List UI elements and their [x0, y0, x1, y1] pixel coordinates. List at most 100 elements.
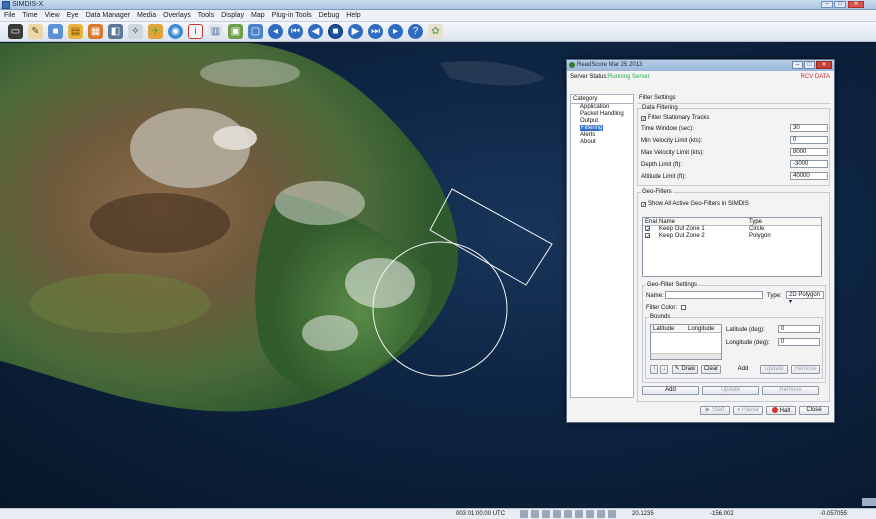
server-status-label: Server Status:	[570, 74, 609, 80]
col-type[interactable]: Type	[749, 218, 762, 226]
category-about[interactable]: About	[571, 139, 633, 146]
step-back-icon[interactable]: ⏮	[288, 24, 303, 39]
menu-media[interactable]: Media	[137, 12, 156, 19]
menu-view[interactable]: View	[45, 12, 60, 19]
info-icon[interactable]: i	[188, 24, 203, 39]
table-row[interactable]: ✓ Keep Out Zone 2 Polygon	[643, 233, 821, 240]
menu-overlays[interactable]: Overlays	[163, 12, 191, 19]
stop-icon[interactable]: ■	[328, 24, 343, 39]
geo-filter-name-input[interactable]	[665, 291, 763, 299]
menu-time[interactable]: Time	[22, 12, 37, 19]
latitude-input[interactable]: 0	[778, 325, 820, 333]
dialog-close-button[interactable]: ✕	[816, 61, 832, 69]
bounds-horizontal-scrollbar[interactable]	[651, 353, 721, 359]
bounds-remove-button[interactable]: Remove	[791, 365, 820, 374]
geo-filter-remove-button[interactable]: Remove	[762, 386, 819, 395]
altitude-limit-input[interactable]: 40000	[790, 172, 828, 180]
col-longitude[interactable]: Longitude	[688, 325, 714, 333]
map-scroll-handle[interactable]	[862, 498, 876, 506]
filter-stationary-checkbox[interactable]: ✓ Filter Stationary Tracks	[641, 115, 709, 122]
filter-settings-header: Filter Settings	[637, 94, 831, 104]
dialog-close-footer-button[interactable]: Close	[799, 406, 829, 415]
dialog-minimize-button[interactable]: –	[792, 61, 803, 69]
status-tool-icon[interactable]	[542, 510, 550, 518]
min-velocity-input[interactable]: 0	[790, 136, 828, 144]
comment-icon[interactable]: ▢	[248, 24, 263, 39]
image-icon[interactable]: ◧	[108, 24, 123, 39]
col-enabled[interactable]: Enal	[645, 218, 657, 226]
draw-button[interactable]: ✎ Draw	[672, 365, 698, 374]
screen-icon[interactable]: ▣	[228, 24, 243, 39]
monitor-icon[interactable]: ▭	[8, 24, 23, 39]
menu-plugin-tools[interactable]: Plug-in Tools	[272, 12, 312, 19]
cloud	[345, 258, 415, 308]
minimize-button[interactable]: –	[821, 1, 833, 8]
move-down-button[interactable]: ↓	[660, 365, 668, 374]
pen-icon[interactable]: ✎	[28, 24, 43, 39]
move-up-button[interactable]: ↑	[650, 365, 658, 374]
max-velocity-input[interactable]: 8000	[790, 148, 828, 156]
halt-button[interactable]: Halt	[766, 406, 796, 415]
bounds-group: Bounds Latitude Longitude Latitude (deg)…	[645, 314, 823, 379]
filter-color-swatch[interactable]	[681, 305, 686, 310]
fast-forward-icon[interactable]: ▸	[388, 24, 403, 39]
checkbox-check-icon: ✓	[641, 116, 647, 122]
menu-file[interactable]: File	[4, 12, 15, 19]
pause-button[interactable]: ⏸ Pause	[733, 406, 763, 415]
play-forward-icon[interactable]: ▶	[348, 24, 363, 39]
app-title: SIMDIS-X	[12, 1, 44, 8]
chevron-down-icon: ▾	[789, 299, 793, 305]
bounds-add-button[interactable]: Add	[730, 365, 756, 374]
category-filtering[interactable]: Filtering	[571, 125, 633, 132]
col-name[interactable]: Name	[659, 218, 675, 226]
checkbox-check-icon: ✓	[645, 233, 651, 240]
step-forward-icon[interactable]: ⏭	[368, 24, 383, 39]
status-tool-icon[interactable]	[586, 510, 594, 518]
status-tool-icon[interactable]	[575, 510, 583, 518]
time-window-input[interactable]: 30	[790, 124, 828, 132]
menu-display[interactable]: Display	[221, 12, 244, 19]
status-tool-icon[interactable]	[553, 510, 561, 518]
geo-filter-update-button[interactable]: Update	[702, 386, 759, 395]
depth-limit-input[interactable]: -3000	[790, 160, 828, 168]
chart-icon[interactable]: ▥	[208, 24, 223, 39]
bounds-update-button[interactable]: Update	[760, 365, 788, 374]
rewind-icon[interactable]: ◂	[268, 24, 283, 39]
close-button[interactable]: ✕	[848, 1, 864, 8]
plane-icon[interactable]: ✈	[148, 24, 163, 39]
menu-eye[interactable]: Eye	[67, 12, 79, 19]
status-tool-icon[interactable]	[531, 510, 539, 518]
table-row[interactable]: ✓ Keep Out Zone 1 Circle	[643, 226, 821, 233]
col-latitude[interactable]: Latitude	[653, 325, 674, 333]
menu-map[interactable]: Map	[251, 12, 265, 19]
geo-filter-add-button[interactable]: Add	[642, 386, 699, 395]
satellite-icon[interactable]: ✧	[128, 24, 143, 39]
start-button[interactable]: ▶ Start	[700, 406, 730, 415]
play-back-icon[interactable]: ◀	[308, 24, 323, 39]
save-icon[interactable]: ■	[48, 24, 63, 39]
show-all-geo-filters-checkbox[interactable]: ✓ Show All Active Geo-Filters in SIMDIS	[641, 201, 749, 208]
dialog-maximize-button[interactable]: □	[804, 61, 815, 69]
category-alerts[interactable]: Alerts	[571, 132, 633, 139]
status-tool-icon[interactable]	[564, 510, 572, 518]
category-output[interactable]: Output	[571, 118, 633, 125]
help-icon[interactable]: ?	[408, 24, 423, 39]
clear-button[interactable]: Clear	[701, 365, 721, 374]
geo-filter-type-select[interactable]: 2D Polygon ▾	[786, 291, 824, 305]
category-application[interactable]: Application	[571, 104, 633, 111]
globe-icon[interactable]: ◉	[168, 24, 183, 39]
palette-icon[interactable]: ✿	[428, 24, 443, 39]
category-packet-handling[interactable]: Packet Handling	[571, 111, 633, 118]
grid-icon[interactable]: ▦	[88, 24, 103, 39]
status-tool-icon[interactable]	[597, 510, 605, 518]
longitude-input[interactable]: 0	[778, 338, 820, 346]
menu-tools[interactable]: Tools	[198, 12, 214, 19]
menu-data-manager[interactable]: Data Manager	[86, 12, 130, 19]
pause-icon: ⏸	[737, 407, 741, 413]
status-tool-icon[interactable]	[520, 510, 528, 518]
menu-debug[interactable]: Debug	[319, 12, 340, 19]
status-tool-icon[interactable]	[608, 510, 616, 518]
maximize-button[interactable]: □	[834, 1, 846, 8]
folder-icon[interactable]: ▤	[68, 24, 83, 39]
menu-help[interactable]: Help	[346, 12, 360, 19]
